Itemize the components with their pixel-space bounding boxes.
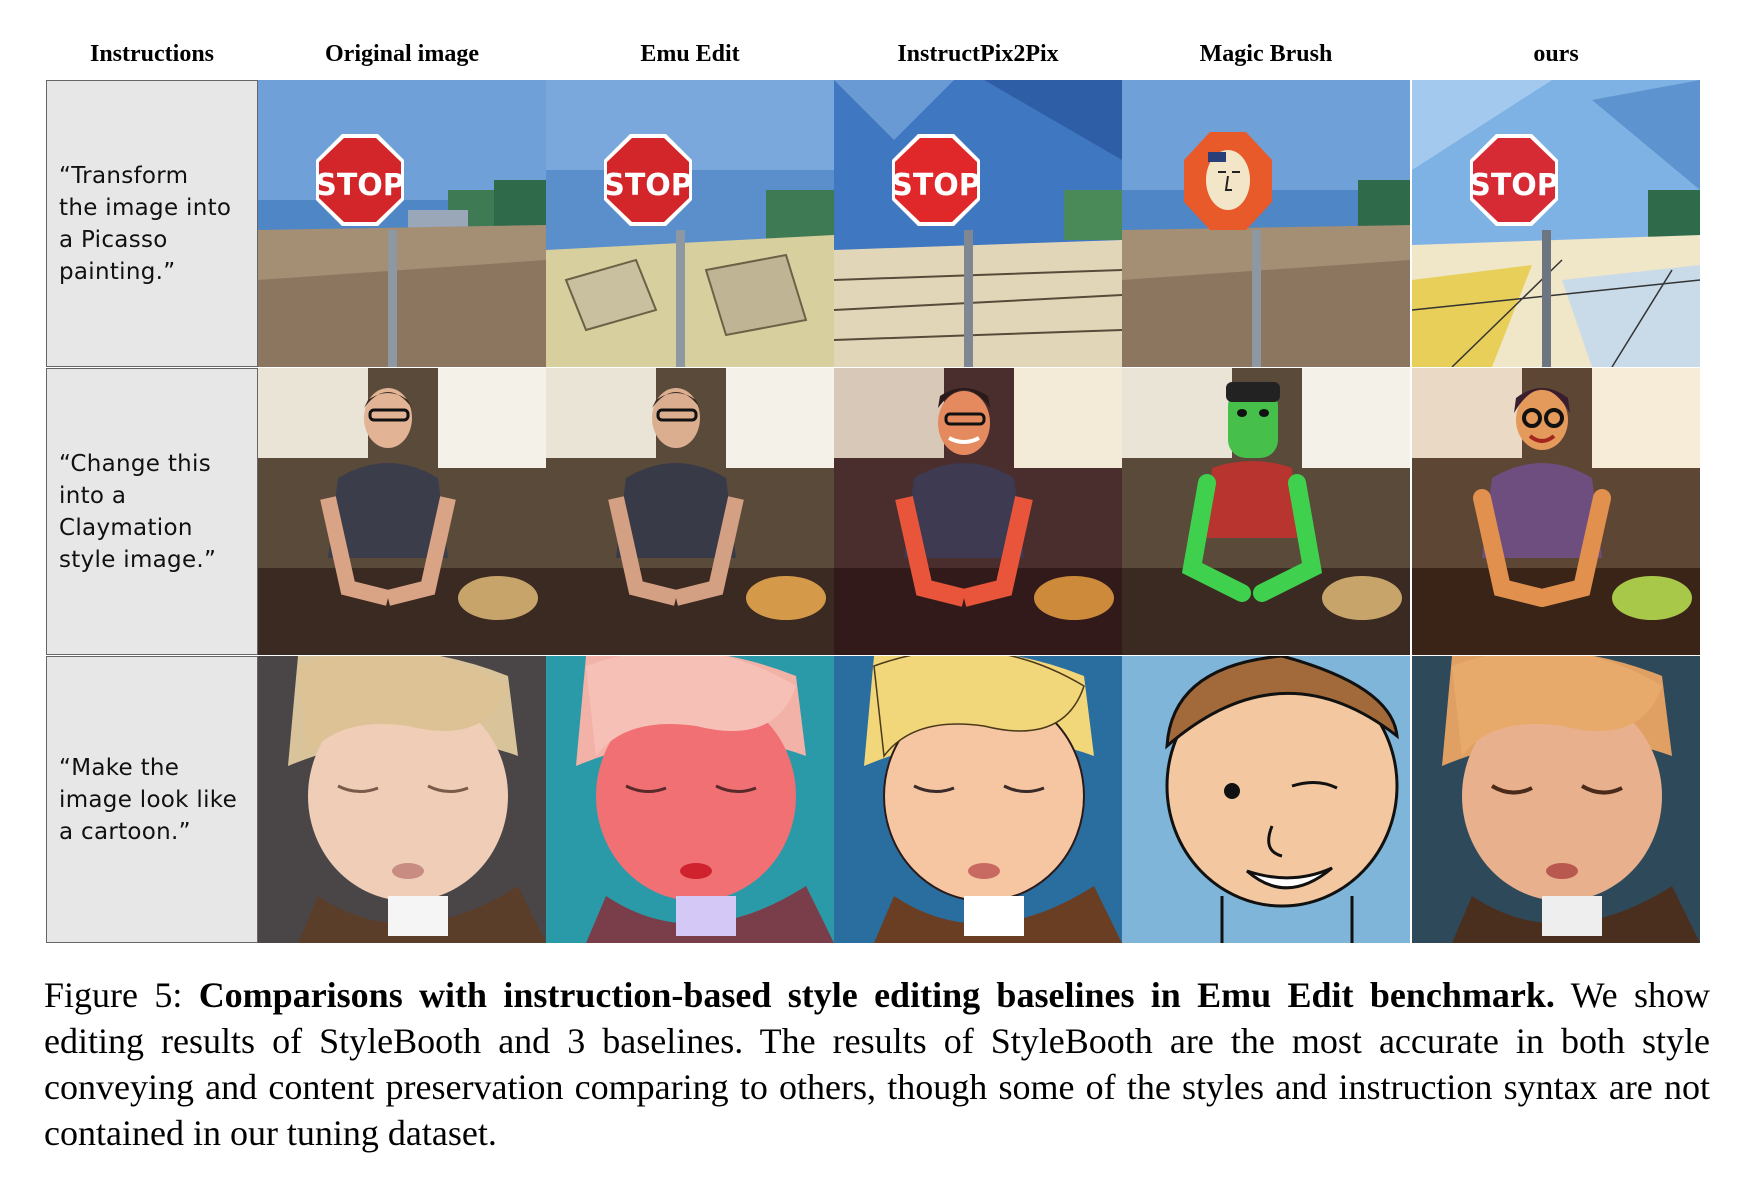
image-ours-claymation: [1412, 368, 1700, 655]
stop-sign-text: STOP: [891, 168, 981, 203]
image-original-boy: [258, 656, 546, 943]
image-original-stop-sign: STOP: [258, 80, 546, 367]
column-header-instructpix2pix: InstructPix2Pix: [897, 40, 1059, 67]
instruction-cell-row-2: “Change this into a Claymation style ima…: [46, 368, 258, 655]
image-magic-brush-cartoon: [1122, 656, 1410, 943]
image-ours-picasso: STOP: [1412, 80, 1700, 367]
column-header-instructions: Instructions: [89, 40, 215, 67]
image-ours-cartoon: [1412, 656, 1700, 943]
column-header-magic-brush: Magic Brush: [1199, 40, 1333, 67]
image-magic-brush-picasso: [1122, 80, 1410, 367]
stop-sign-text: STOP: [1469, 168, 1559, 203]
figure-label: Figure 5:: [44, 975, 183, 1015]
column-headers: Instructions Original image Emu Edit Ins…: [46, 36, 1700, 72]
instruction-text: “Change this into a Claymation style ima…: [59, 450, 217, 573]
image-instructpix2pix-cartoon: [834, 656, 1122, 943]
instruction-text: “Transform the image into a Picasso pain…: [59, 162, 232, 285]
column-header-ours: ours: [1533, 40, 1579, 67]
image-emu-edit-cartoon: [546, 656, 834, 943]
stop-sign-text: STOP: [603, 168, 693, 203]
column-header-emu-edit: Emu Edit: [640, 40, 740, 67]
image-instructpix2pix-claymation: [834, 368, 1122, 655]
comparison-grid: “Transform the image into a Picasso pain…: [46, 80, 1700, 943]
instruction-text: “Make the image look like a cartoon.”: [59, 754, 238, 845]
instruction-cell-row-3: “Make the image look like a cartoon.”: [46, 656, 258, 943]
image-instructpix2pix-picasso: STOP: [834, 80, 1122, 367]
column-header-original-image: Original image: [325, 40, 479, 67]
instruction-cell-row-1: “Transform the image into a Picasso pain…: [46, 80, 258, 367]
image-original-kitchen-woman: [258, 368, 546, 655]
image-emu-edit-claymation: [546, 368, 834, 655]
stop-sign-text: STOP: [315, 168, 405, 203]
image-emu-edit-picasso: STOP: [546, 80, 834, 367]
figure-caption: Figure 5: Comparisons with instruction-b…: [44, 972, 1710, 1156]
figure-title: Comparisons with instruction-based style…: [198, 975, 1555, 1015]
image-magic-brush-claymation: [1122, 368, 1410, 655]
